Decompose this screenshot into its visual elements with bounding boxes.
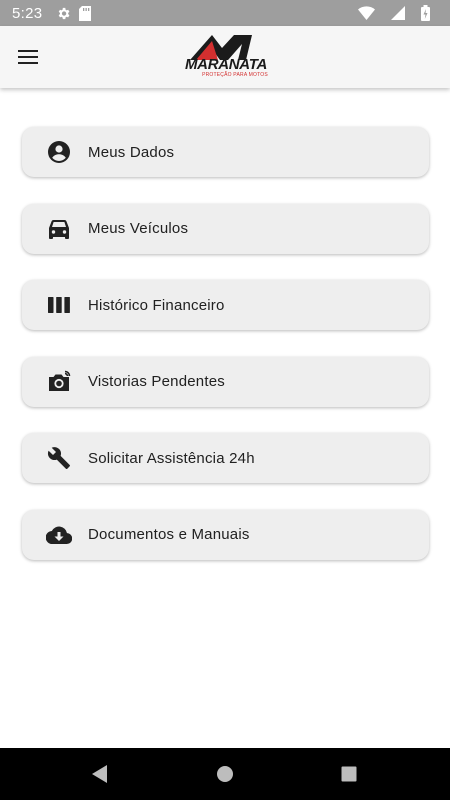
menu-item-label: Meus Veículos (88, 220, 189, 238)
battery-icon (421, 5, 430, 21)
hamburger-icon[interactable] (18, 46, 42, 68)
brand-logo: MARANATA PROTEÇÃO PARA MOTOS (182, 32, 270, 84)
menu-item-label: Documentos e Manuais (88, 526, 250, 544)
app-bar: MARANATA PROTEÇÃO PARA MOTOS (0, 26, 450, 88)
settings-icon (56, 6, 71, 21)
menu-item-label: Vistorias Pendentes (88, 373, 225, 391)
meus-veiculos-button[interactable]: Meus Veículos (22, 203, 429, 254)
main-menu: Meus Dados Meus Veículos Histórico Finan… (22, 127, 429, 587)
documentos-manuais-button[interactable]: Documentos e Manuais (22, 509, 429, 560)
account-circle-icon (46, 139, 72, 165)
vistorias-pendentes-button[interactable]: Vistorias Pendentes (22, 356, 429, 407)
signal-icon (391, 6, 405, 20)
menu-item-label: Histórico Financeiro (88, 296, 225, 314)
bars-icon (46, 292, 72, 318)
logo-wordmark: MARANATA (184, 56, 268, 73)
home-icon[interactable] (216, 765, 234, 788)
navigation-bar (0, 748, 450, 800)
back-icon[interactable] (90, 764, 108, 789)
status-bar: 5:23 (0, 0, 450, 26)
cloud-download-icon (46, 522, 72, 548)
car-icon (46, 216, 72, 242)
wifi-icon (358, 6, 375, 20)
historico-financeiro-button[interactable]: Histórico Financeiro (22, 280, 429, 331)
meus-dados-button[interactable]: Meus Dados (22, 127, 429, 177)
solicitar-assistencia-button[interactable]: Solicitar Assistência 24h (22, 433, 429, 484)
status-time: 5:23 (12, 4, 43, 22)
logo-tagline: PROTEÇÃO PARA MOTOS (202, 72, 268, 78)
recents-icon[interactable] (341, 766, 357, 787)
camera-icon (46, 369, 72, 395)
menu-item-label: Solicitar Assistência 24h (88, 449, 255, 467)
sd-card-icon (79, 5, 92, 21)
menu-item-label: Meus Dados (88, 143, 175, 161)
wrench-icon (46, 445, 72, 471)
